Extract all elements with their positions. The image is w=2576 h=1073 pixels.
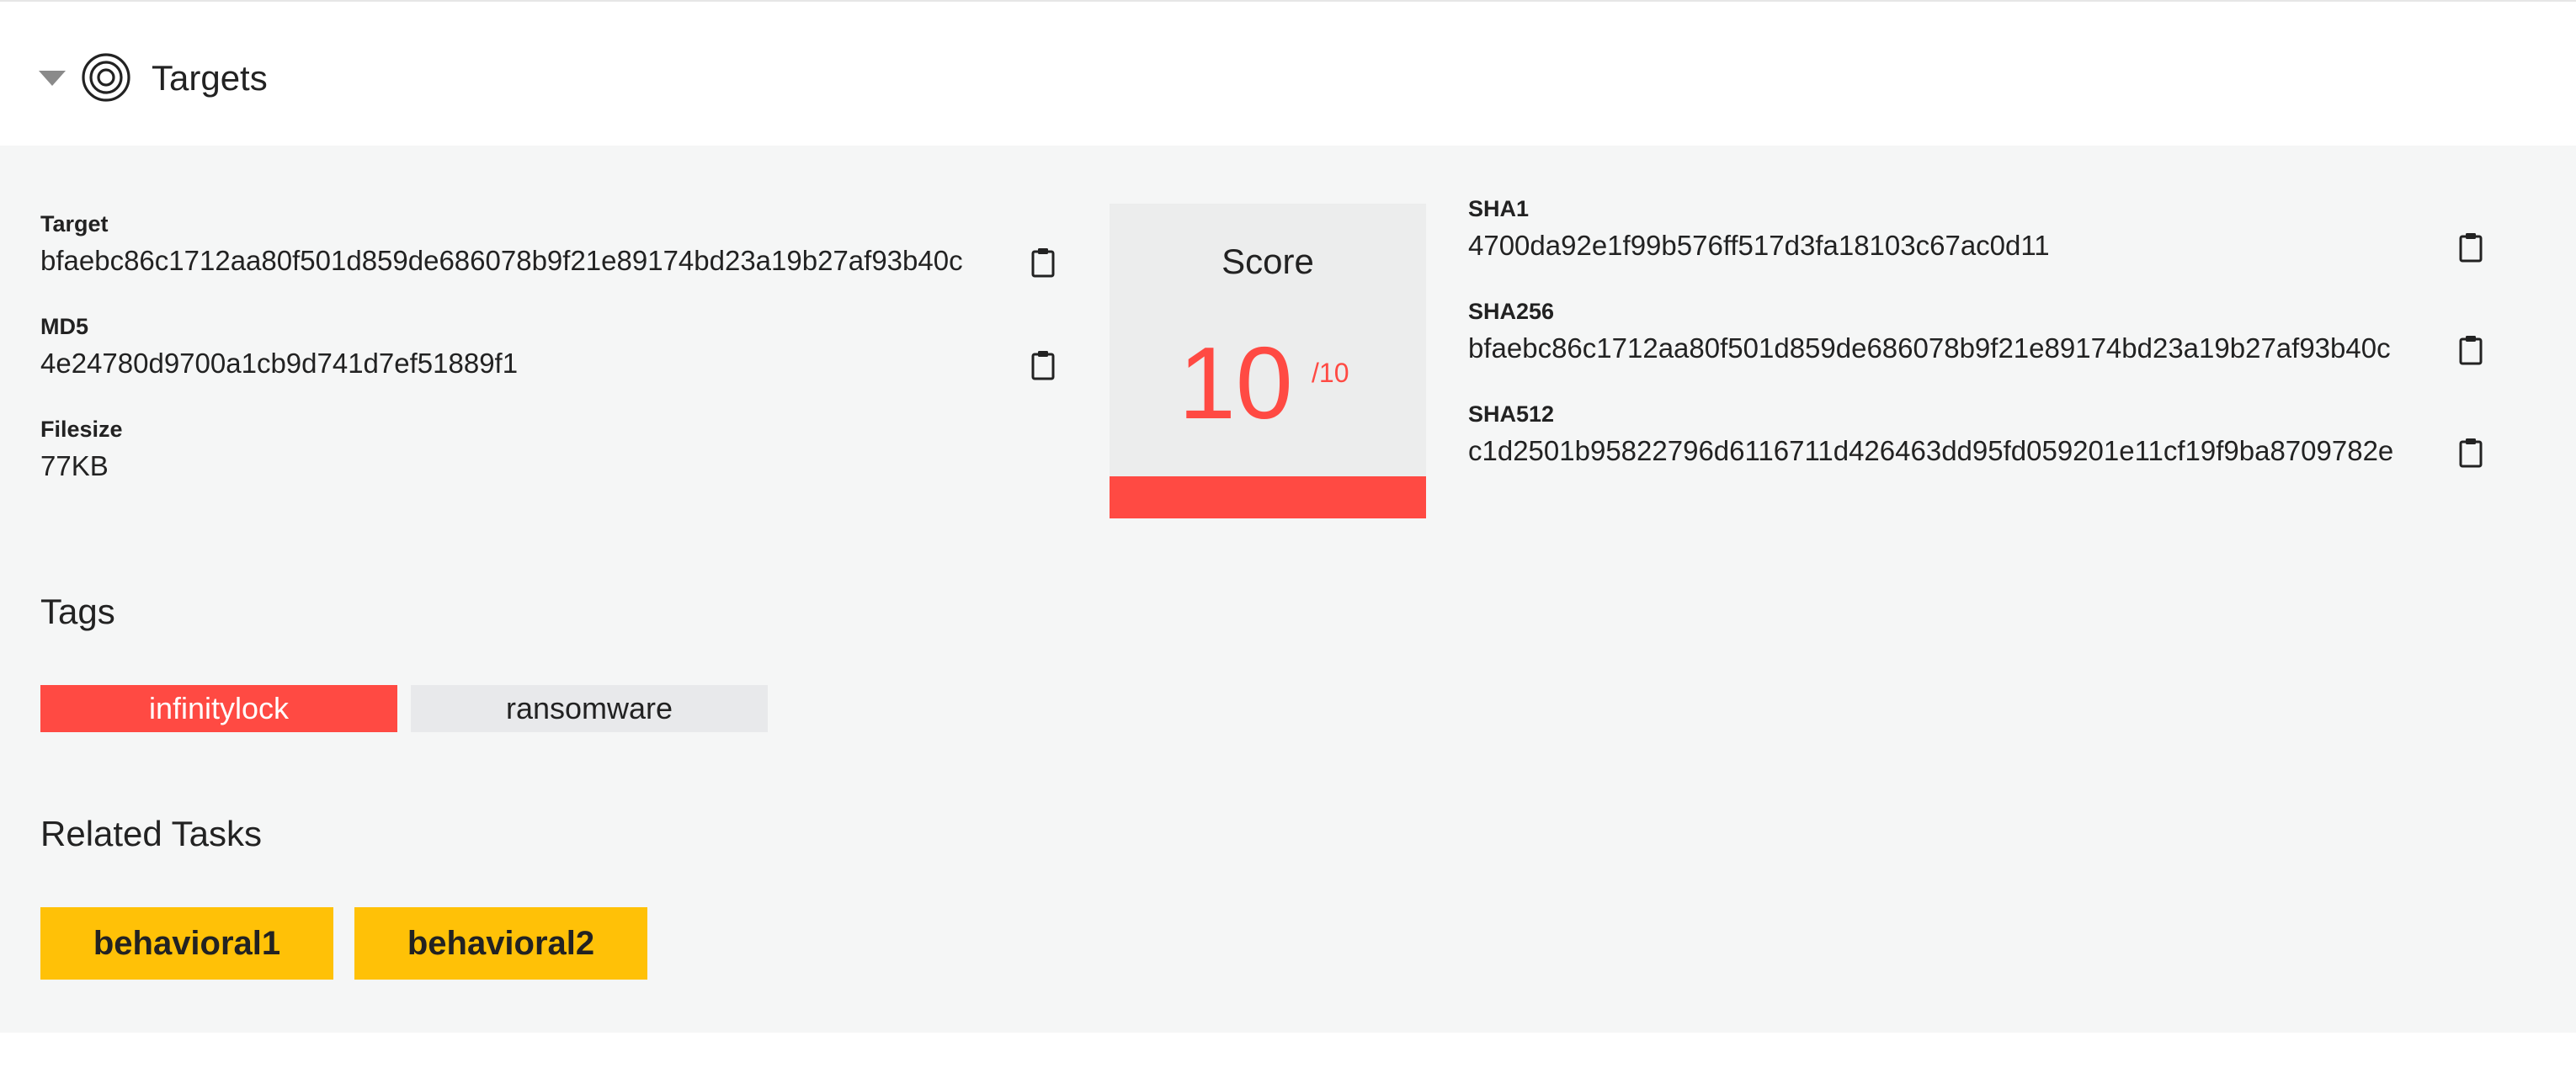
clipboard-icon[interactable]	[2458, 335, 2483, 365]
sha1-label: SHA1	[1468, 196, 1530, 221]
sha256-label: SHA256	[1468, 299, 1555, 324]
task-behavioral2-button[interactable]: behavioral2	[354, 907, 647, 980]
sha1-value: 4700da92e1f99b576ff517d3fa18103c67ac0d11	[1468, 230, 2050, 261]
score-value: 10	[1179, 326, 1293, 440]
targets-header[interactable]: Targets	[0, 2, 2576, 146]
sha512-label: SHA512	[1468, 401, 1555, 427]
clipboard-icon[interactable]	[1030, 247, 1056, 278]
clipboard-icon[interactable]	[1030, 350, 1056, 380]
related-tasks-heading: Related Tasks	[40, 814, 263, 853]
caret-down-icon[interactable]	[39, 71, 66, 86]
clipboard-icon[interactable]	[2458, 232, 2483, 263]
tag-ransomware[interactable]: ransomware	[411, 685, 768, 732]
sha512-value: c1d2501b95822796d6116711d426463dd95fd059…	[1468, 435, 2394, 466]
tags-heading: Tags	[40, 592, 115, 631]
sha256-value: bfaebc86c1712aa80f501d859de686078b9f21e8…	[1468, 332, 2391, 364]
target-value: bfaebc86c1712aa80f501d859de686078b9f21e8…	[40, 245, 963, 276]
filesize-value: 77KB	[40, 450, 109, 481]
score-bar	[1110, 476, 1426, 518]
score-title: Score	[1221, 242, 1314, 281]
tag-infinitylock[interactable]: infinitylock	[40, 685, 397, 732]
section-title: Targets	[152, 58, 268, 98]
task-behavioral1-button[interactable]: behavioral1	[40, 907, 333, 980]
md5-label: MD5	[40, 314, 89, 339]
clipboard-icon[interactable]	[2458, 438, 2483, 468]
target-label: Target	[40, 211, 109, 236]
filesize-label: Filesize	[40, 417, 123, 442]
md5-value: 4e24780d9700a1cb9d741d7ef51889f1	[40, 348, 519, 379]
score-max: /10	[1312, 358, 1349, 388]
target-icon	[82, 53, 130, 102]
